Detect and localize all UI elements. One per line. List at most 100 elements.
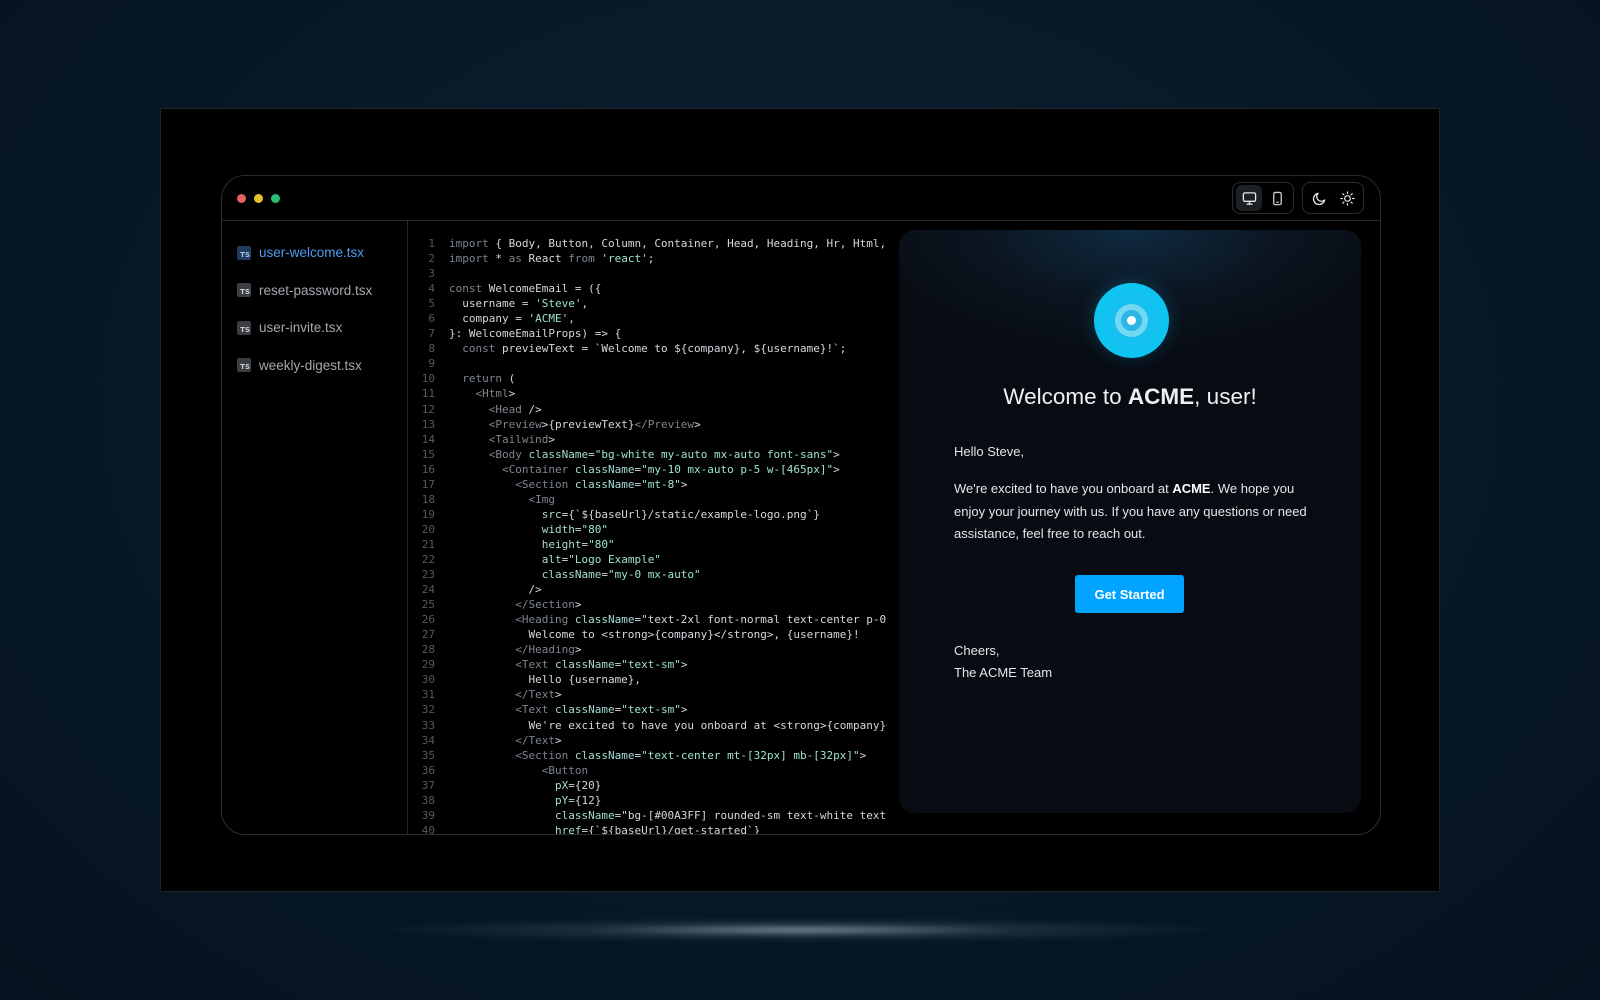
- line-number: 11: [421, 387, 435, 401]
- code-line: 29 <Text className="text-sm">: [409, 657, 887, 672]
- file-label: user-invite.tsx: [259, 320, 343, 336]
- typescript-file-icon: TS: [237, 320, 251, 335]
- line-number: 20: [421, 522, 435, 536]
- typescript-file-icon: TS: [237, 283, 251, 298]
- line-number: 17: [421, 477, 435, 491]
- window-controls: [237, 194, 280, 203]
- code-line: 26 <Heading className="text-2xl font-nor…: [409, 612, 887, 627]
- code-text: Hello {username},: [449, 673, 642, 687]
- code-line: 8 const previewText = `Welcome to ${comp…: [409, 341, 887, 356]
- line-number: 21: [421, 537, 435, 551]
- code-text: return (: [462, 372, 516, 386]
- code-text: const previewText = `Welcome to ${compan…: [462, 342, 847, 356]
- desktop-view-button[interactable]: [1236, 185, 1262, 211]
- get-started-button[interactable]: Get Started: [1075, 575, 1184, 613]
- email-signature: The ACME Team: [954, 665, 1053, 680]
- floor-reflection: [360, 918, 1240, 942]
- code-line: 16 <Container className="my-10 mx-auto p…: [409, 462, 887, 477]
- line-number: 7: [428, 327, 435, 341]
- line-number: 31: [421, 688, 435, 702]
- title-bar: [222, 176, 1380, 221]
- typescript-file-icon: TS: [237, 245, 251, 260]
- line-number: 32: [421, 703, 435, 717]
- maximize-window-dot[interactable]: [271, 194, 280, 203]
- code-line: 33 We're excited to have you onboard at …: [409, 718, 887, 733]
- code-text: height="80": [541, 537, 615, 551]
- code-text: <Button: [541, 763, 589, 777]
- view-toggle-group: [1232, 182, 1294, 214]
- email-preview: Welcome to ACME, user! Hello Steve, We'r…: [899, 230, 1361, 813]
- line-number: 26: [421, 613, 435, 627]
- file-label: user-welcome.tsx: [259, 245, 365, 261]
- code-text: <Tailwind>: [488, 432, 555, 446]
- line-number: 35: [421, 748, 435, 762]
- code-text: alt="Logo Example": [541, 552, 661, 566]
- code-line: 10 return (: [409, 371, 887, 386]
- code-line: 27 Welcome to <strong>{company}</strong>…: [409, 627, 887, 642]
- code-text: company = 'ACME',: [449, 312, 575, 326]
- line-number: 27: [421, 628, 435, 642]
- email-body-text: We're excited to have you onboard at ACM…: [954, 481, 1307, 541]
- line-number: 3: [428, 267, 435, 281]
- code-line: 37 pX={20}: [409, 778, 887, 793]
- line-number: 39: [421, 808, 435, 822]
- code-line: 11 <Html>: [409, 386, 887, 401]
- code-line: 13 <Preview>{previewText}</Preview>: [409, 417, 887, 432]
- line-number: 16: [421, 462, 435, 476]
- close-window-dot[interactable]: [237, 194, 246, 203]
- sidebar-file-user-welcome[interactable]: TS user-welcome.tsx: [222, 234, 407, 272]
- code-text: src={`${baseUrl}/static/example-logo.png…: [541, 507, 820, 521]
- code-line: 36 <Button: [409, 763, 887, 778]
- code-line: 4 const WelcomeEmail = ({: [409, 281, 887, 296]
- code-line: 7}: WelcomeEmailProps) => {: [409, 326, 887, 341]
- line-number: 28: [421, 643, 435, 657]
- line-number: 23: [421, 568, 435, 582]
- moon-icon: [1312, 192, 1325, 205]
- code-text: <Body className="bg-white my-auto mx-aut…: [488, 447, 840, 461]
- line-number: 22: [421, 552, 435, 566]
- dark-theme-button[interactable]: [1306, 185, 1332, 211]
- line-number: 24: [421, 583, 435, 597]
- code-text: const WelcomeEmail = ({: [449, 282, 602, 296]
- code-text: <Img: [528, 492, 555, 506]
- code-text: </Text>: [515, 733, 562, 747]
- code-line: 35 <Section className="text-center mt-[3…: [409, 748, 887, 763]
- code-line: 40 href={`${baseUrl}/get-started`}: [409, 823, 887, 834]
- sidebar-file-reset-password[interactable]: TS reset-password.tsx: [222, 272, 407, 310]
- code-line: 23 className="my-0 mx-auto": [409, 567, 887, 582]
- code-line: 25 </Section>: [409, 597, 887, 612]
- mobile-view-button[interactable]: [1264, 185, 1290, 211]
- email-signoff: Cheers,: [954, 643, 1000, 658]
- minimize-window-dot[interactable]: [254, 194, 263, 203]
- code-text: />: [449, 583, 542, 597]
- sidebar-file-user-invite[interactable]: TS user-invite.tsx: [222, 309, 407, 347]
- brand-logo: [1094, 283, 1169, 358]
- line-number: 30: [421, 673, 435, 687]
- code-text: </Heading>: [515, 643, 582, 657]
- code-line: 3: [409, 266, 887, 281]
- code-line: 28 </Heading>: [409, 642, 887, 657]
- code-text: <Html>: [475, 387, 516, 401]
- code-text: </Section>: [515, 598, 582, 612]
- code-text: <Preview>{previewText}</Preview>: [488, 417, 701, 431]
- code-editor[interactable]: 1 import { Body, Button, Column, Containe…: [409, 221, 887, 834]
- code-line: 31 </Text>: [409, 687, 887, 702]
- code-line: 1 import { Body, Button, Column, Containe…: [409, 236, 887, 251]
- code-text: <Section className="text-center mt-[32px…: [515, 748, 867, 762]
- light-theme-button[interactable]: [1334, 185, 1360, 211]
- code-text: We're excited to have you onboard at <st…: [449, 718, 887, 732]
- code-text: href={`${baseUrl}/get-started`}: [554, 823, 761, 834]
- code-text: <Text className="text-sm">: [515, 658, 688, 672]
- line-number: 13: [421, 417, 435, 431]
- code-text: <Text className="text-sm">: [515, 703, 688, 717]
- code-text: pX={20}: [554, 778, 602, 792]
- line-number: 34: [421, 733, 435, 747]
- code-line: 21 height="80": [409, 537, 887, 552]
- file-label: weekly-digest.tsx: [259, 357, 362, 373]
- line-number: 9: [428, 357, 435, 371]
- code-line: 9: [409, 356, 887, 371]
- code-line: 38 pY={12}: [409, 793, 887, 808]
- code-text: </Text>: [515, 688, 562, 702]
- desktop-icon: [1242, 191, 1256, 205]
- sidebar-file-weekly-digest[interactable]: TS weekly-digest.tsx: [222, 347, 407, 385]
